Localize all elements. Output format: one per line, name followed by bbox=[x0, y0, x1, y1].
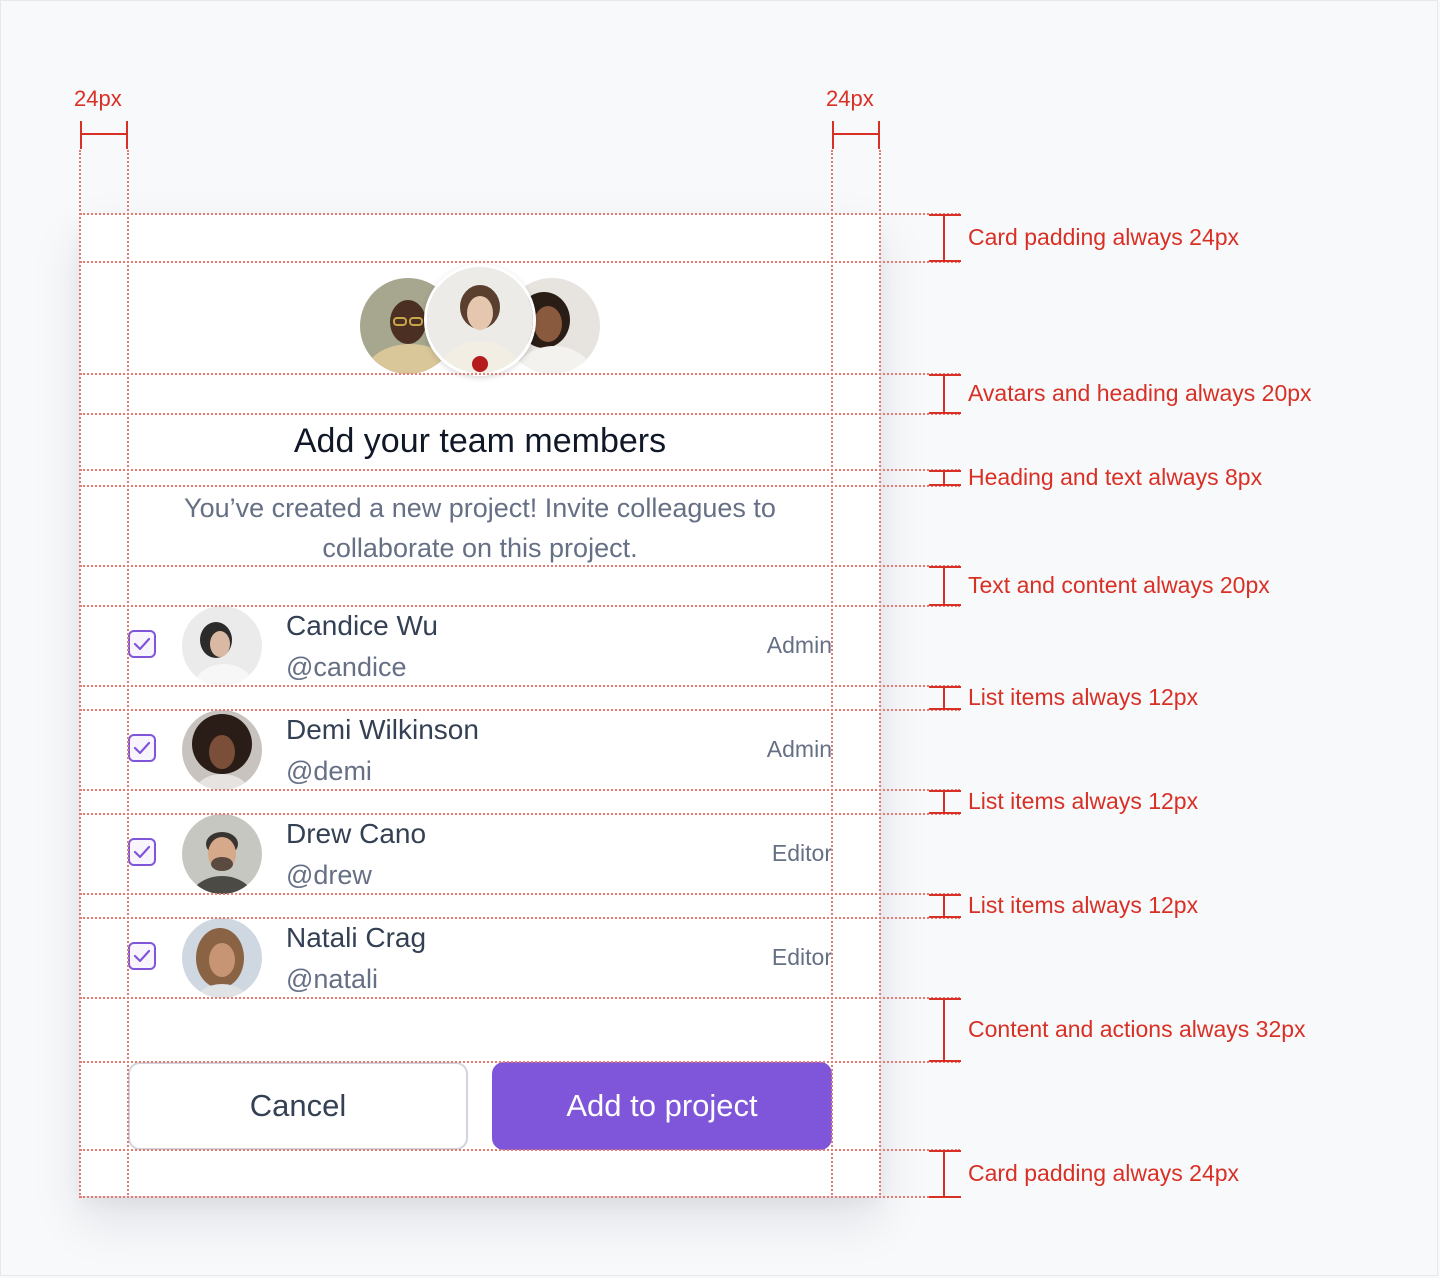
guide-line bbox=[80, 605, 960, 607]
member-row: Drew Cano @drew Editor bbox=[128, 814, 832, 894]
spacing-annotation: Content and actions always 32px bbox=[968, 1016, 1306, 1042]
guide-line bbox=[80, 413, 960, 415]
spacing-annotation: Avatars and heading always 20px bbox=[968, 380, 1312, 406]
spacing-bracket bbox=[929, 894, 961, 918]
guide-line bbox=[80, 813, 960, 815]
guide-line bbox=[80, 917, 960, 919]
spacing-annotation: List items always 12px bbox=[968, 788, 1199, 814]
spacing-bracket bbox=[929, 470, 961, 486]
guide-line bbox=[127, 150, 129, 1198]
spacing-annotation: List items always 12px bbox=[968, 892, 1199, 918]
member-name: Drew Cano bbox=[286, 818, 427, 849]
guide-line bbox=[80, 789, 960, 791]
member-role[interactable]: Editor bbox=[772, 944, 832, 971]
checkmark-icon bbox=[133, 741, 151, 755]
dimension-label: 24px bbox=[74, 86, 122, 111]
guide-line bbox=[80, 565, 960, 567]
guide-line bbox=[80, 1196, 960, 1198]
checkmark-icon bbox=[133, 949, 151, 963]
member-handle: @drew bbox=[286, 860, 372, 890]
guide-line bbox=[80, 373, 960, 375]
guide-line bbox=[80, 1061, 960, 1063]
avatar bbox=[182, 814, 262, 894]
dimension-label: 24px bbox=[826, 86, 874, 111]
member-row: Candice Wu @candice Admin bbox=[128, 606, 832, 686]
member-name: Candice Wu bbox=[286, 610, 439, 641]
member-handle: @natali bbox=[286, 964, 378, 994]
card-subtitle: You’ve created a new project! Invite col… bbox=[184, 493, 776, 563]
guide-line bbox=[879, 150, 881, 1198]
member-role[interactable]: Admin bbox=[767, 632, 832, 659]
spacing-bracket bbox=[929, 790, 961, 814]
member-checkbox[interactable] bbox=[128, 942, 156, 970]
member-row: Demi Wilkinson @demi Admin bbox=[128, 710, 832, 790]
guide-line bbox=[80, 485, 960, 487]
member-handle: @candice bbox=[286, 652, 407, 682]
spacing-annotation: Card padding always 24px bbox=[968, 224, 1240, 250]
spacing-bracket bbox=[929, 374, 961, 414]
spacing-annotation: Text and content always 20px bbox=[968, 572, 1270, 598]
guide-line bbox=[80, 997, 960, 999]
dimension-bracket bbox=[80, 121, 128, 149]
spacing-bracket bbox=[929, 686, 961, 710]
guide-line bbox=[80, 261, 960, 263]
guide-line bbox=[80, 1149, 960, 1151]
member-name: Demi Wilkinson bbox=[286, 714, 479, 745]
guide-line bbox=[831, 150, 833, 1198]
member-role[interactable]: Editor bbox=[772, 840, 832, 867]
spacing-annotation: List items always 12px bbox=[968, 684, 1199, 710]
spacing-annotation: Heading and text always 8px bbox=[968, 464, 1263, 490]
member-name: Natali Crag bbox=[286, 922, 427, 953]
spacing-bracket bbox=[929, 214, 961, 262]
guide-line bbox=[80, 685, 960, 687]
guide-line bbox=[80, 893, 960, 895]
dimension-bracket bbox=[832, 121, 880, 149]
checkmark-icon bbox=[133, 637, 151, 651]
guide-line bbox=[80, 469, 960, 471]
avatar-stack-center bbox=[424, 264, 536, 376]
member-row: Natali Crag @natali Editor bbox=[128, 918, 832, 998]
member-checkbox[interactable] bbox=[128, 734, 156, 762]
guide-line bbox=[80, 213, 960, 215]
member-handle: @demi bbox=[286, 756, 372, 786]
member-checkbox[interactable] bbox=[128, 630, 156, 658]
spacing-bracket bbox=[929, 1150, 961, 1198]
spacing-bracket bbox=[929, 998, 961, 1062]
avatar bbox=[182, 710, 262, 790]
avatar bbox=[182, 606, 262, 686]
spacing-bracket bbox=[929, 566, 961, 606]
member-role[interactable]: Admin bbox=[767, 736, 832, 763]
guide-line bbox=[80, 709, 960, 711]
member-checkbox[interactable] bbox=[128, 838, 156, 866]
card-title: Add your team members bbox=[293, 422, 667, 460]
avatar bbox=[182, 918, 262, 998]
cancel-button[interactable]: Cancel bbox=[128, 1062, 468, 1150]
checkmark-icon bbox=[133, 845, 151, 859]
add-to-project-button[interactable]: Add to project bbox=[492, 1062, 832, 1150]
guide-line bbox=[79, 150, 81, 1198]
spacing-annotation: Card padding always 24px bbox=[968, 1160, 1240, 1186]
